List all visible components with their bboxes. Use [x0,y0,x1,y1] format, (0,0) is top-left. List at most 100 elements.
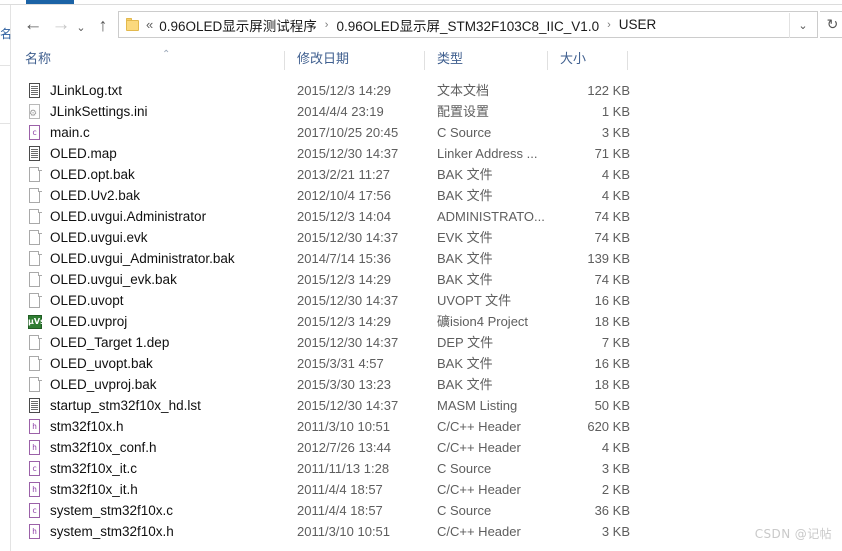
file-name: OLED.map [50,146,117,161]
table-row[interactable]: µVs OLED.uvproj 2015/12/3 14:29 礦ision4 Pro… [12,311,842,332]
blank-file-icon [27,230,43,246]
table-row[interactable]: c system_stm32f10x.c 2011/4/4 18:57 C Sourc… [12,500,842,521]
navigation-bar: ← → ⌄ ↑ « 0.96OLED显示屏测试程序 › 0.96OLED显示屏_… [12,6,842,43]
recent-locations-chevron-down-icon[interactable]: ⌄ [74,17,88,39]
file-size: 16 KB [594,356,630,371]
file-date-modified: 2015/12/3 14:04 [297,209,391,224]
table-row[interactable]: OLED.uvgui_Administrator.bak 2014/7/14 15… [12,248,842,269]
breadcrumb-item-1[interactable]: 0.96OLED显示屏测试程序 [158,15,318,35]
file-date-modified: 2015/12/30 14:37 [297,398,399,413]
blank-file-icon [27,167,43,183]
address-bar[interactable]: « 0.96OLED显示屏测试程序 › 0.96OLED显示屏_STM32F10… [118,11,818,38]
table-row[interactable]: OLED_Target 1.dep 2015/12/30 14:37 DEP 文件 7… [12,332,842,353]
file-name: OLED.opt.bak [50,167,135,182]
breadcrumb-separator-2[interactable]: › [600,19,618,31]
file-date-modified: 2014/7/14 15:36 [297,251,391,266]
breadcrumb-separator-1[interactable]: › [318,19,336,31]
file-name: system_stm32f10x.h [50,524,174,539]
file-size: 74 KB [594,272,630,287]
column-divider-4[interactable] [627,51,628,70]
table-row[interactable]: h stm32f10x_it.h 2011/4/4 18:57 C/C++ Heade… [12,479,842,500]
table-row[interactable]: c stm32f10x_it.c 2011/11/13 1:28 C Source 3 … [12,458,842,479]
file-date-modified: 2015/12/3 14:29 [297,83,391,98]
blank-file-icon [27,335,43,351]
column-header-type[interactable]: 类型 [424,47,463,73]
table-row[interactable]: OLED.uvgui_evk.bak 2015/12/3 14:29 BAK 文件 7… [12,269,842,290]
back-icon[interactable]: ← [22,14,44,36]
file-date-modified: 2015/3/31 4:57 [297,356,384,371]
file-date-modified: 2013/2/21 11:27 [297,167,391,182]
breadcrumb-item-2[interactable]: 0.96OLED显示屏_STM32F103C8_IIC_V1.0 [335,15,600,35]
navigation-pane-divider-2 [0,123,11,124]
file-size: 2 KB [601,482,630,497]
file-type: C/C++ Header [437,482,521,497]
breadcrumb-item-3[interactable]: USER [618,17,658,32]
file-name: stm32f10x_it.h [50,482,138,497]
file-type: C Source [437,461,492,476]
file-type: BAK 文件 [437,377,493,392]
blank-file-icon [27,377,43,393]
table-row[interactable]: ⚙ JLinkSettings.ini 2014/4/4 23:19 配置设置 1 KB [12,101,842,122]
file-name: OLED_uvproj.bak [50,377,157,392]
blank-file-icon [27,356,43,372]
file-type: C/C++ Header [437,524,521,539]
h-source-icon: h [27,419,43,435]
blank-file-icon [27,251,43,267]
table-row[interactable]: h stm32f10x.h 2011/3/10 10:51 C/C++ Header 6… [12,416,842,437]
file-size: 7 KB [601,335,630,350]
blank-file-icon [27,188,43,204]
text-file-icon [27,83,43,99]
table-row[interactable]: OLED.map 2015/12/30 14:37 Linker Address .… [12,143,842,164]
file-explorer-window: 名 ← → ⌄ ↑ « 0.96OLED显示屏测试程序 › 0.96OLED显示… [0,0,842,551]
file-date-modified: 2011/3/10 10:51 [297,524,391,539]
table-row[interactable]: OLED_uvopt.bak 2015/3/31 4:57 BAK 文件 16 KB [12,353,842,374]
tab-strip-divider [0,4,842,5]
file-size: 3 KB [601,125,630,140]
table-row[interactable]: h stm32f10x_conf.h 2012/7/26 13:44 C/C++ He… [12,437,842,458]
file-date-modified: 2015/12/30 14:37 [297,335,399,350]
forward-icon[interactable]: → [50,14,72,36]
file-type: C Source [437,503,492,518]
file-name: OLED.uvopt [50,293,124,308]
table-row[interactable]: startup_stm32f10x_hd.lst 2015/12/30 14:37… [12,395,842,416]
table-row[interactable]: c main.c 2017/10/25 20:45 C Source 3 KB [12,122,842,143]
table-row[interactable]: OLED.Uv2.bak 2012/10/4 17:56 BAK 文件 4 KB [12,185,842,206]
file-size: 36 KB [594,503,630,518]
file-name: startup_stm32f10x_hd.lst [50,398,201,413]
table-row[interactable]: OLED.uvgui.evk 2015/12/30 14:37 EVK 文件 74 K… [12,227,842,248]
file-size: 50 KB [594,398,630,413]
table-row[interactable]: OLED.uvgui.Administrator 2015/12/3 14:04 A… [12,206,842,227]
file-name: OLED.uvgui.Administrator [50,209,207,224]
address-dropdown-chevron-down-icon[interactable]: ⌄ [789,13,816,38]
watermark: CSDN @记帖 [754,527,832,541]
h-source-icon: h [27,440,43,456]
file-date-modified: 2015/12/3 14:29 [297,272,391,287]
file-date-modified: 2012/10/4 17:56 [297,188,391,203]
file-date-modified: 2011/4/4 18:57 [297,503,383,518]
sort-ascending-caret-icon: ⌃ [162,49,171,60]
file-list: JLinkLog.txt 2015/12/3 14:29 文本文档 122 KB ⚙ JL… [12,80,842,546]
blank-file-icon [27,293,43,309]
c-source-icon: c [27,125,43,141]
column-header-size[interactable]: 大小 [547,47,586,73]
file-size: 18 KB [594,314,630,329]
table-row[interactable]: OLED_uvproj.bak 2015/3/30 13:23 BAK 文件 18 K… [12,374,842,395]
table-row[interactable]: OLED.uvopt 2015/12/30 14:37 UVOPT 文件 16 KB [12,290,842,311]
file-name: OLED.uvgui.evk [50,230,148,245]
c-source-icon: c [27,461,43,477]
file-date-modified: 2015/12/30 14:37 [297,146,399,161]
table-row[interactable]: JLinkLog.txt 2015/12/3 14:29 文本文档 122 KB [12,80,842,101]
file-date-modified: 2014/4/4 23:19 [297,104,384,119]
column-header-name[interactable]: 名称 [12,47,51,73]
file-date-modified: 2015/12/3 14:29 [297,314,391,329]
breadcrumb-overflow-icon[interactable]: « [142,17,158,32]
text-file-icon [27,398,43,414]
table-row[interactable]: OLED.opt.bak 2013/2/21 11:27 BAK 文件 4 KB [12,164,842,185]
column-header-date[interactable]: 修改日期 [284,47,349,73]
file-size: 620 KB [587,419,630,434]
refresh-icon[interactable]: ↻ [820,11,842,38]
file-size: 3 KB [601,524,630,539]
up-icon[interactable]: ↑ [92,14,114,36]
file-name: OLED_uvopt.bak [50,356,153,371]
table-row[interactable]: h system_stm32f10x.h 2011/3/10 10:51 C/C++ … [12,521,842,542]
